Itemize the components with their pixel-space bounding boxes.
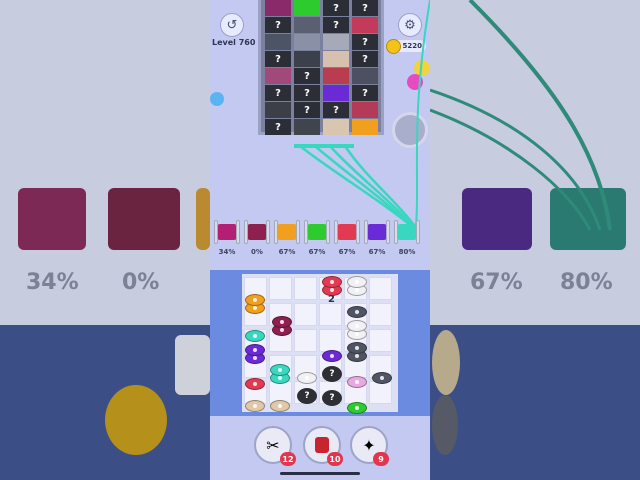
- spool-row: 34% 0% 67% 67% 67% 67% 80%: [214, 220, 428, 256]
- spool-thread: [337, 224, 357, 240]
- board-slot[interactable]: [294, 329, 317, 352]
- board-slot[interactable]: [369, 329, 392, 352]
- spool-cap-right: [326, 220, 330, 244]
- bg-grey-bobbin: [432, 395, 458, 455]
- spool-percentage: 0%: [251, 248, 263, 256]
- thread-lines: [294, 0, 430, 226]
- spool-cap-right: [416, 220, 420, 244]
- board-slot[interactable]: [294, 303, 317, 326]
- hidden-bobbin[interactable]: ?: [322, 366, 342, 382]
- bobbin[interactable]: [270, 364, 290, 376]
- bg-thread-lines: [430, 0, 612, 231]
- spool-thread: [277, 224, 297, 240]
- bg-percentage-2: 0%: [122, 270, 160, 295]
- hidden-bobbin[interactable]: ?: [297, 388, 317, 404]
- game-screen: ↺ Level 760 ⚙ 5220 ?????????????? 34% 0% 6…: [210, 0, 430, 480]
- spool-cap-left: [214, 220, 218, 244]
- board-slot[interactable]: [369, 381, 392, 404]
- spool-percentage: 34%: [218, 248, 236, 256]
- spool-cap-left: [334, 220, 338, 244]
- spool-cap-left: [364, 220, 368, 244]
- board-slot[interactable]: [319, 303, 342, 326]
- spool-thread: [307, 224, 327, 240]
- home-indicator: [280, 472, 360, 475]
- spool-percentage: 67%: [368, 248, 386, 256]
- bobbin[interactable]: [347, 402, 367, 414]
- spool-cap-left: [304, 220, 308, 244]
- bobbin[interactable]: [347, 342, 367, 354]
- bobbin-counter: 2: [328, 294, 335, 305]
- spool-thread: [397, 224, 417, 240]
- bobbin[interactable]: [347, 306, 367, 318]
- spool-percentage: 67%: [338, 248, 356, 256]
- bobbin[interactable]: [347, 376, 367, 388]
- spool-cap-right: [296, 220, 300, 244]
- bobbin[interactable]: [245, 344, 265, 356]
- spool-cap-right: [386, 220, 390, 244]
- board-slot[interactable]: [319, 329, 342, 352]
- spool-6: 67%: [364, 220, 390, 256]
- spool-percentage: 67%: [308, 248, 326, 256]
- bg-spool-magenta: [18, 188, 86, 250]
- spool-percentage: 80%: [398, 248, 416, 256]
- bobbin[interactable]: [272, 316, 292, 328]
- spool-thread: [247, 224, 267, 240]
- bobbin[interactable]: [347, 276, 367, 288]
- bobbin[interactable]: [347, 320, 367, 332]
- board-slot[interactable]: [294, 277, 317, 300]
- bg-white-bobbin: [175, 335, 210, 395]
- spool-2: 0%: [244, 220, 270, 256]
- spool-cap-left: [274, 220, 278, 244]
- bg-yellow-bobbin: [105, 385, 167, 455]
- spool-cap-right: [266, 220, 270, 244]
- bobbin[interactable]: [322, 350, 342, 362]
- bobbin[interactable]: [245, 294, 265, 306]
- spool-thread: [217, 224, 237, 240]
- magic-wand-icon: ✦: [362, 435, 376, 455]
- spool-cap-right: [356, 220, 360, 244]
- thread-spool-icon: [315, 437, 329, 453]
- bobbin[interactable]: [245, 330, 265, 342]
- bg-percentage-4: 80%: [560, 270, 613, 295]
- spool-percentage: 67%: [278, 248, 296, 256]
- board-slot[interactable]: [369, 277, 392, 300]
- spool-cap-left: [244, 220, 248, 244]
- bg-spool-maroon: [108, 188, 180, 250]
- board-slot[interactable]: [369, 303, 392, 326]
- board-slot[interactable]: [269, 277, 292, 300]
- scissors-count-badge: 12: [280, 452, 296, 466]
- bobbin[interactable]: [322, 276, 342, 288]
- spool-7: 80%: [394, 220, 420, 256]
- bobbin[interactable]: [297, 372, 317, 384]
- thread-spool-count-badge: 10: [327, 452, 343, 466]
- scissors-icon: ✂: [266, 435, 280, 455]
- bobbin[interactable]: [372, 372, 392, 384]
- spool-5: 67%: [334, 220, 360, 256]
- spool-1: 34%: [214, 220, 240, 256]
- bobbin[interactable]: [270, 400, 290, 412]
- spool-cap-right: [236, 220, 240, 244]
- spool-3: 67%: [274, 220, 300, 256]
- spool-4: 67%: [304, 220, 330, 256]
- bg-beige-bobbin: [432, 330, 460, 395]
- spool-thread: [367, 224, 387, 240]
- magic-wand-count-badge: 9: [373, 452, 389, 466]
- hidden-bobbin[interactable]: ?: [322, 390, 342, 406]
- bobbin[interactable]: [245, 400, 265, 412]
- bg-percentage-3: 67%: [470, 270, 523, 295]
- bobbin[interactable]: [245, 378, 265, 390]
- bg-spool-orange: [196, 188, 210, 250]
- spool-cap-left: [394, 220, 398, 244]
- bg-percentage-1: 34%: [26, 270, 79, 295]
